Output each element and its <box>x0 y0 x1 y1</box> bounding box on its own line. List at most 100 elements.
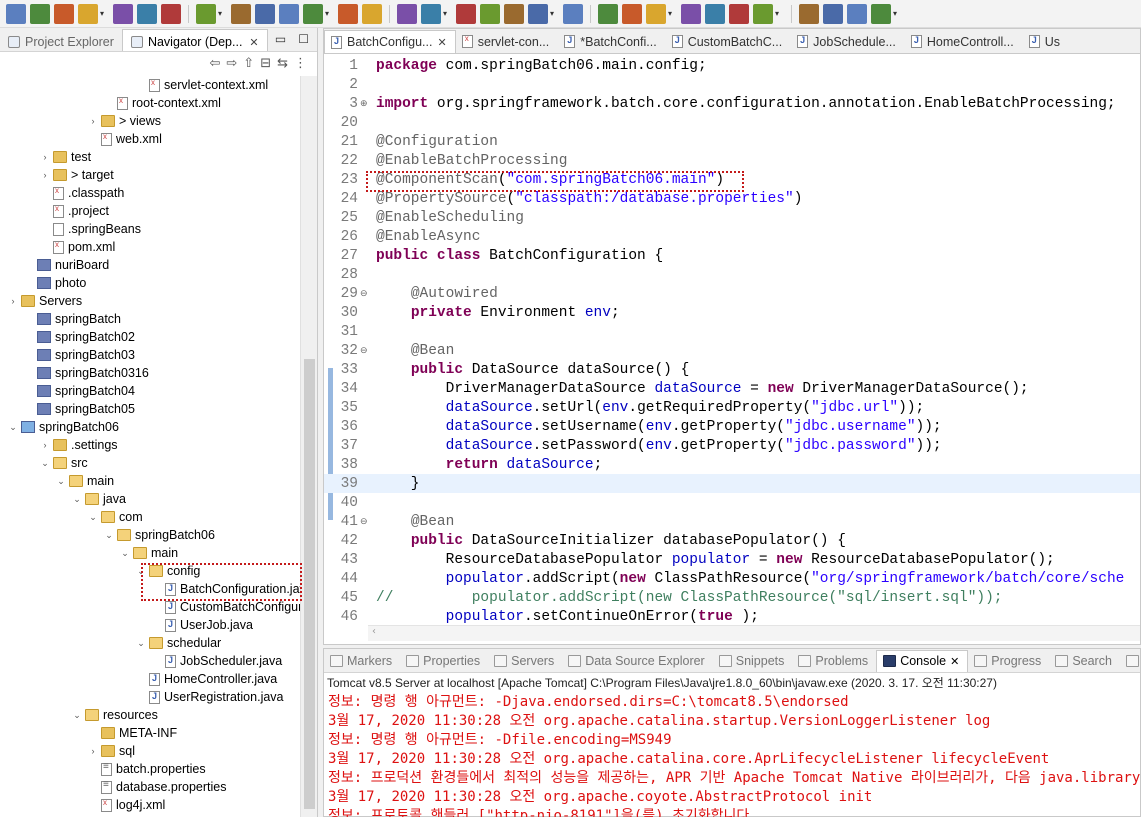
code-line[interactable]: 45 // populator.addScript(new ClassPathRe… <box>324 588 1140 607</box>
editor-tab[interactable]: HomeControll... <box>905 30 1023 53</box>
open-folder-icon[interactable] <box>753 3 773 24</box>
view-tab-git-rep[interactable]: Git Rep <box>1120 650 1140 672</box>
expand-toggle-icon[interactable]: ⌄ <box>8 422 18 433</box>
maximize-icon[interactable]: ☐ <box>298 32 309 46</box>
tree-item[interactable]: › sql <box>88 742 135 760</box>
step-over-icon[interactable] <box>303 3 323 24</box>
console-output[interactable]: 정보: 명령 행 아규먼트: -Djava.endorsed.dirs=C:\t… <box>328 691 1141 817</box>
tree-item[interactable]: pom.xml <box>40 238 115 256</box>
ant-icon[interactable] <box>622 3 642 24</box>
view-tab-progress[interactable]: Progress <box>968 650 1049 672</box>
code-line[interactable]: 42 public DataSourceInitializer database… <box>324 531 1140 550</box>
code-line[interactable]: 29 ⊖ @Autowired <box>324 284 1140 303</box>
tree-scrollbar[interactable] <box>300 76 317 817</box>
format-icon[interactable] <box>456 3 476 24</box>
view-menu-icon[interactable]: ⋮ <box>294 56 307 71</box>
close-icon[interactable]: ✕ <box>437 36 446 49</box>
expand-toggle-icon[interactable]: ⌄ <box>120 548 130 559</box>
tree-item[interactable]: photo <box>24 274 86 292</box>
tree-item[interactable]: › Servers <box>8 292 83 310</box>
suspend-icon[interactable] <box>196 3 216 24</box>
code-line[interactable]: 41 ⊖ @Bean <box>324 512 1140 531</box>
tree-item[interactable]: .project <box>40 202 109 220</box>
dropdown-arrow-icon[interactable]: ▾ <box>218 9 226 18</box>
tree-item[interactable]: web.xml <box>88 130 162 148</box>
show-whitespace-icon[interactable] <box>504 3 524 24</box>
fold-toggle-icon[interactable]: ⊕ <box>360 99 368 109</box>
code-area[interactable]: 1 package com.springBatch06.main.config; 2… <box>324 54 1140 624</box>
tree-item[interactable]: .classpath <box>40 184 124 202</box>
resume-icon[interactable] <box>161 3 181 24</box>
code-line[interactable]: 46 populator.setContinueOnError(true ); <box>324 607 1140 625</box>
tree-item[interactable]: ⌄ main <box>56 472 114 490</box>
tree-item[interactable]: ⌄ resources <box>72 706 158 724</box>
expand-toggle-icon[interactable]: › <box>88 746 98 756</box>
tree-item[interactable]: META-INF <box>88 724 177 742</box>
view-tab-snippets[interactable]: Snippets <box>713 650 793 672</box>
code-line[interactable]: 31 <box>324 322 1140 341</box>
skip-all-breakpoints-icon[interactable] <box>137 3 157 24</box>
run-icon[interactable] <box>563 3 583 24</box>
dropdown-arrow-icon[interactable]: ▾ <box>325 9 333 18</box>
code-line[interactable]: 22 @EnableBatchProcessing <box>324 151 1140 170</box>
code-line[interactable]: 39 } <box>324 474 1140 493</box>
code-line[interactable]: 2 <box>324 75 1140 94</box>
tree-item[interactable]: ⌄ schedular <box>136 634 221 652</box>
code-line[interactable]: 36 dataSource.setUsername(env.getPropert… <box>324 417 1140 436</box>
tree-item[interactable]: ⌄ springBatch06 <box>104 526 215 544</box>
close-icon[interactable]: ✕ <box>249 36 258 49</box>
tree-item[interactable]: HomeController.java <box>136 670 277 688</box>
tree-item[interactable]: › .settings <box>40 436 118 454</box>
tree-item[interactable]: › test <box>40 148 92 166</box>
code-line[interactable]: 21 @Configuration <box>324 132 1140 151</box>
print-icon[interactable] <box>78 3 98 24</box>
globe-icon[interactable] <box>823 3 843 24</box>
editor-tab[interactable]: *BatchConfi... <box>558 30 665 53</box>
run-debug-icon[interactable] <box>113 3 133 24</box>
dropdown-arrow-icon[interactable]: ▾ <box>443 9 451 18</box>
expand-toggle-icon[interactable]: ⌄ <box>56 476 66 487</box>
editor-horizontal-scrollbar[interactable]: ‹ <box>368 625 1140 641</box>
link-with-editor-icon[interactable]: ⇆ <box>277 56 288 71</box>
tree-scrollbar-thumb[interactable] <box>304 359 315 809</box>
view-tab-problems[interactable]: Problems <box>792 650 876 672</box>
coverage-icon[interactable] <box>598 3 618 24</box>
expand-toggle-icon[interactable]: ⌄ <box>136 566 146 577</box>
editor-tab[interactable]: servlet-con... <box>456 30 559 53</box>
expand-toggle-icon[interactable]: ⌄ <box>72 494 82 505</box>
view-tab-console[interactable]: Console ✕ <box>876 649 969 672</box>
code-line[interactable]: 25 @EnableScheduling <box>324 208 1140 227</box>
dropdown-arrow-icon[interactable]: ▾ <box>550 9 558 18</box>
expand-toggle-icon[interactable]: › <box>88 116 98 126</box>
save-all-icon[interactable] <box>54 3 74 24</box>
tree-item[interactable]: › > target <box>40 166 114 184</box>
search-icon[interactable] <box>421 3 441 24</box>
view-tab-markers[interactable]: Markers <box>324 650 400 672</box>
expand-toggle-icon[interactable]: › <box>8 296 18 306</box>
code-line[interactable]: 30 private Environment env; <box>324 303 1140 322</box>
tree-item[interactable]: springBatch03 <box>24 346 135 364</box>
code-line[interactable]: 3 ⊕ import org.springframework.batch.core.… <box>324 94 1140 113</box>
up-folder-icon[interactable]: ⇧ <box>243 56 254 71</box>
tree-item[interactable]: ⌄ config <box>136 562 200 580</box>
step-into-icon[interactable] <box>279 3 299 24</box>
toggle-comment-icon[interactable] <box>480 3 500 24</box>
tree-item[interactable]: springBatch05 <box>24 400 135 418</box>
expand-toggle-icon[interactable]: ⌄ <box>104 530 114 541</box>
tree-item[interactable]: batch.properties <box>88 760 206 778</box>
tree-item[interactable]: root-context.xml <box>104 94 221 112</box>
new-icon[interactable] <box>6 3 26 24</box>
dropdown-arrow-icon[interactable]: ▾ <box>668 9 676 18</box>
tree-item[interactable]: database.properties <box>88 778 227 796</box>
editor-tab[interactable]: JobSchedule... <box>791 30 905 53</box>
code-line[interactable]: 20 <box>324 113 1140 132</box>
view-tab-servers[interactable]: Servers <box>488 650 562 672</box>
code-line[interactable]: 40 <box>324 493 1140 512</box>
expand-toggle-icon[interactable]: ⌄ <box>136 638 146 649</box>
expand-toggle-icon[interactable]: › <box>40 152 50 162</box>
view-tab-properties[interactable]: Properties <box>400 650 488 672</box>
expand-toggle-icon[interactable]: ⌄ <box>88 512 98 523</box>
step-return-icon[interactable] <box>338 3 358 24</box>
code-line[interactable]: 37 dataSource.setPassword(env.getPropert… <box>324 436 1140 455</box>
tree-item[interactable]: servlet-context.xml <box>136 76 268 94</box>
